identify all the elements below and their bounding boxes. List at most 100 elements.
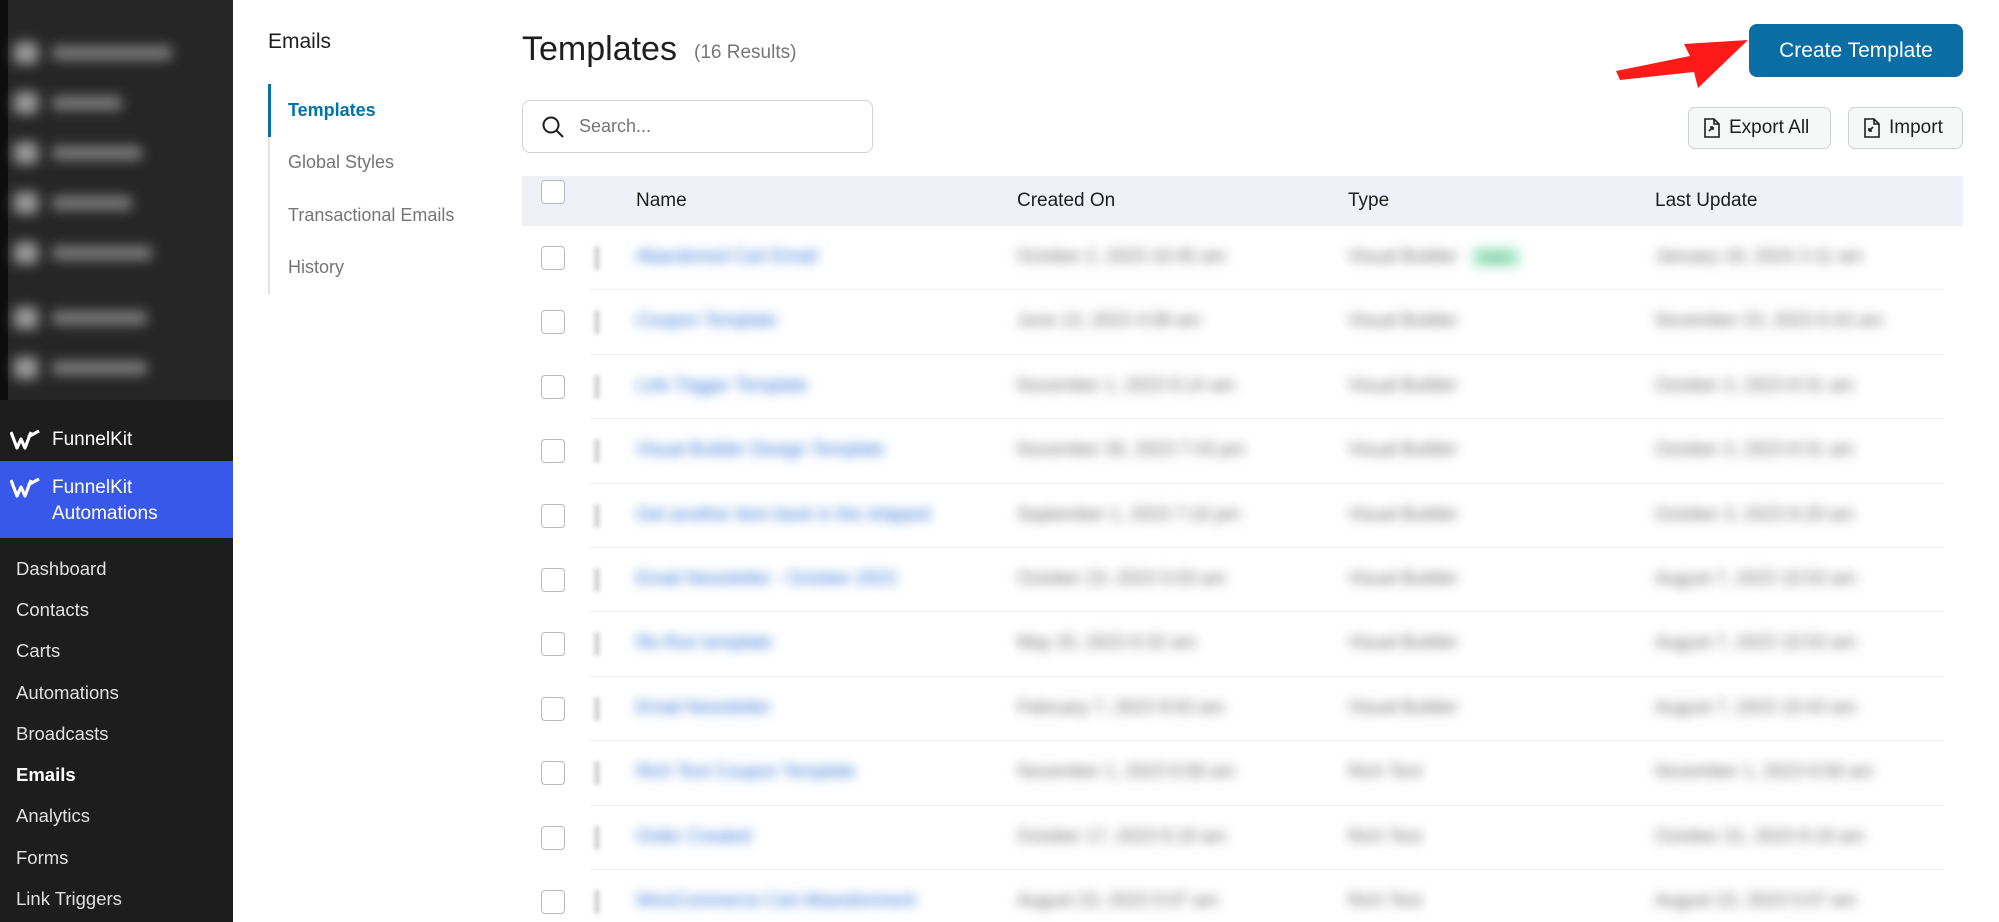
created-on-cell: November 1, 2023 6:58 am xyxy=(1017,761,1236,782)
export-all-button[interactable]: Export All xyxy=(1688,107,1831,149)
sidebar-subitem-carts[interactable]: Carts xyxy=(0,631,233,672)
sidebar-item-funnelkit[interactable]: FunnelKit xyxy=(0,420,233,460)
template-name-link[interactable]: Re-Run template xyxy=(636,632,772,653)
template-name-link[interactable]: Coupon Template xyxy=(636,310,777,331)
table-row: Visual Builder Design Template November … xyxy=(522,419,1963,484)
nav-item-transactional-emails[interactable]: Transactional Emails xyxy=(270,189,454,242)
table-row: Email Newsletter February 7, 2023 9:03 a… xyxy=(522,677,1963,742)
sidebar-subitem-contacts[interactable]: Contacts xyxy=(0,589,233,630)
type-cell: Visual Builder xyxy=(1348,374,1458,395)
template-name-link[interactable]: Visual Builder Design Template xyxy=(636,439,884,460)
sidebar-subitem-link-triggers[interactable]: Link Triggers xyxy=(0,878,233,919)
sidebar-subitem-forms[interactable]: Forms xyxy=(0,837,233,878)
type-cell: Visual Builder New xyxy=(1348,246,1520,267)
blurred-menu-item[interactable] xyxy=(14,42,172,64)
search-input[interactable] xyxy=(579,116,839,137)
created-on-cell: September 1, 2023 7:10 pm xyxy=(1017,503,1241,524)
template-name-link[interactable]: Rich Text Coupon Template xyxy=(636,761,855,782)
column-header-type[interactable]: Type xyxy=(1348,190,1389,212)
row-checkbox[interactable] xyxy=(541,439,565,464)
row-checkbox[interactable] xyxy=(541,310,565,335)
last-update-cell: October 31, 2023 6:19 am xyxy=(1655,825,1865,846)
table-row: WooCommerce Cart Abandonment August 23, … xyxy=(522,870,1963,922)
created-on-cell: November 30, 2023 7:43 pm xyxy=(1017,439,1246,460)
row-checkbox[interactable] xyxy=(541,503,565,528)
drag-handle[interactable] xyxy=(594,889,600,914)
table-row: Rich Text Coupon Template November 1, 20… xyxy=(522,741,1963,806)
row-checkbox[interactable] xyxy=(541,632,565,657)
row-checkbox[interactable] xyxy=(541,761,565,786)
sidebar-subitem-emails[interactable]: Emails xyxy=(0,754,233,795)
blurred-menu-item[interactable] xyxy=(14,357,147,379)
import-button[interactable]: Import xyxy=(1848,107,1963,149)
blurred-menu-item[interactable] xyxy=(14,142,142,164)
blurred-menu-item[interactable] xyxy=(14,307,147,329)
import-label: Import xyxy=(1889,117,1943,138)
drag-handle[interactable] xyxy=(594,825,600,850)
type-cell: Visual Builder xyxy=(1348,696,1458,717)
last-update-cell: August 7, 2023 10:53 am xyxy=(1655,632,1857,653)
drag-handle[interactable] xyxy=(594,761,600,786)
column-header-name[interactable]: Name xyxy=(636,190,687,212)
column-header-created-on[interactable]: Created On xyxy=(1017,190,1115,212)
template-name-link[interactable]: Order Created xyxy=(636,826,751,847)
create-template-button[interactable]: Create Template xyxy=(1749,24,1963,77)
type-cell: Visual Builder xyxy=(1348,567,1458,588)
table-row: Abandoned Cart Email October 2, 2023 10:… xyxy=(522,226,1963,291)
blurred-menu-item[interactable] xyxy=(14,242,152,264)
drag-handle[interactable] xyxy=(594,310,600,335)
sidebar-subitem-analytics[interactable]: Analytics xyxy=(0,796,233,837)
last-update-cell: August 7, 2023 10:53 am xyxy=(1655,567,1857,588)
last-update-cell: August 7, 2023 10:43 am xyxy=(1655,696,1857,717)
nav-item-history[interactable]: History xyxy=(270,242,454,295)
drag-handle[interactable] xyxy=(594,696,600,721)
drag-handle[interactable] xyxy=(594,439,600,464)
sidebar-subitem-automations[interactable]: Automations xyxy=(0,672,233,713)
template-name-link[interactable]: Abandoned Cart Email xyxy=(636,246,817,267)
row-checkbox[interactable] xyxy=(541,696,565,721)
last-update-cell: October 3, 2023 8:29 am xyxy=(1655,503,1855,524)
row-checkbox[interactable] xyxy=(541,889,565,914)
drag-handle[interactable] xyxy=(594,246,600,270)
row-checkbox[interactable] xyxy=(541,567,565,592)
sidebar-item-funnelkit-automations[interactable]: FunnelKit Automations xyxy=(0,461,233,538)
template-name-link[interactable]: Get another item back in the shipped xyxy=(636,504,930,525)
select-all-checkbox[interactable] xyxy=(541,180,565,204)
table-row: Get another item back in the shipped Sep… xyxy=(522,484,1963,549)
drag-handle[interactable] xyxy=(594,632,600,657)
nav-item-global-styles[interactable]: Global Styles xyxy=(270,137,454,190)
last-update-cell: August 23, 2023 5:07 am xyxy=(1655,889,1857,910)
drag-handle[interactable] xyxy=(594,374,600,399)
sidebar-subitem-broadcasts[interactable]: Broadcasts xyxy=(0,713,233,754)
row-checkbox[interactable] xyxy=(541,374,565,399)
result-count: (16 Results) xyxy=(694,42,797,63)
funnelkit-logo-icon xyxy=(10,477,40,498)
created-on-cell: October 23, 2023 5:03 am xyxy=(1017,567,1227,588)
last-update-cell: October 3, 2023 8:31 am xyxy=(1655,439,1855,460)
type-cell: Rich Text xyxy=(1348,889,1422,910)
template-name-link[interactable]: WooCommerce Cart Abandonment xyxy=(636,890,916,911)
row-checkbox[interactable] xyxy=(541,246,565,270)
drag-handle[interactable] xyxy=(594,503,600,528)
created-on-cell: February 7, 2023 9:03 am xyxy=(1017,696,1225,717)
created-on-cell: August 23, 2023 5:07 am xyxy=(1017,889,1219,910)
search-box[interactable] xyxy=(522,100,873,153)
export-all-label: Export All xyxy=(1729,117,1810,138)
last-update-cell: November 1, 2023 6:58 am xyxy=(1655,761,1874,782)
drag-handle[interactable] xyxy=(594,567,600,592)
funnelkit-logo-icon xyxy=(10,429,40,450)
sidebar-subitem-dashboard[interactable]: Dashboard xyxy=(0,548,233,589)
nav-item-templates[interactable]: Templates xyxy=(268,84,454,137)
template-name-link[interactable]: Email Newsletter - October 2023 xyxy=(636,568,896,589)
blurred-menu-item[interactable] xyxy=(14,192,132,214)
template-name-link[interactable]: Email Newsletter xyxy=(636,697,771,718)
blurred-menu-item[interactable] xyxy=(14,92,122,114)
row-checkbox[interactable] xyxy=(541,825,565,850)
type-cell: Visual Builder xyxy=(1348,503,1458,524)
import-file-icon xyxy=(1864,118,1880,138)
created-on-cell: June 13, 2023 4:08 am xyxy=(1017,310,1202,331)
column-header-last-update[interactable]: Last Update xyxy=(1655,190,1757,212)
section-heading: Emails xyxy=(268,30,332,53)
type-cell: Rich Text xyxy=(1348,761,1422,782)
template-name-link[interactable]: Link Trigger Template xyxy=(636,375,808,396)
